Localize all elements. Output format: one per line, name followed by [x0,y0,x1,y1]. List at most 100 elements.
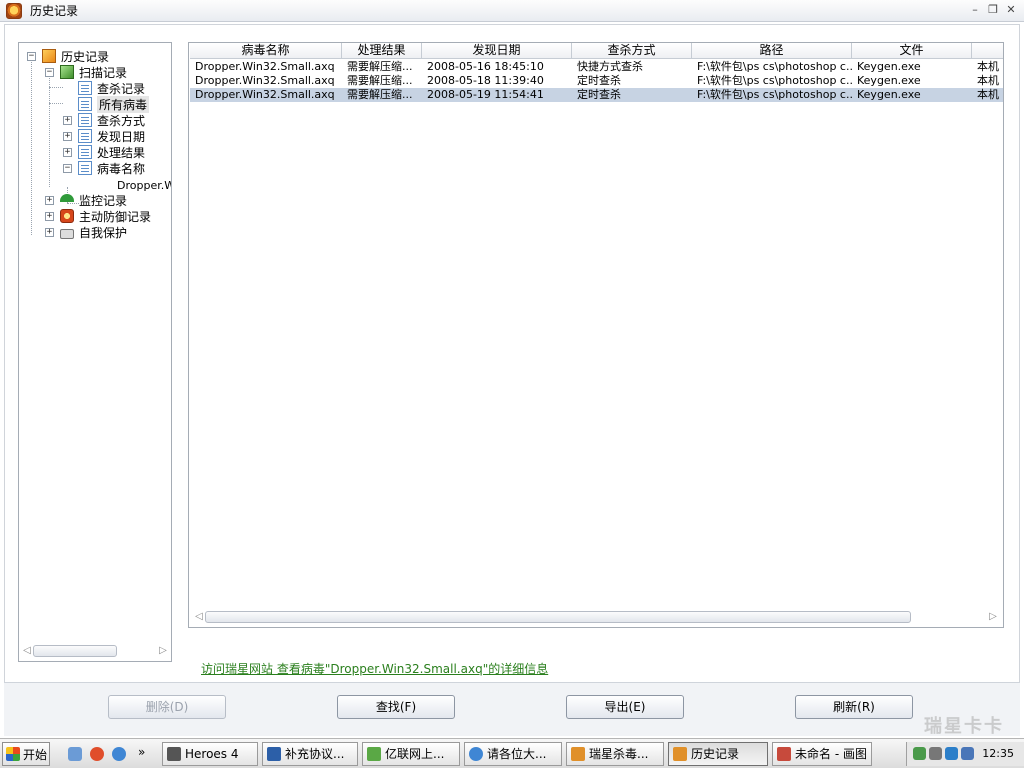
scrollbar-thumb[interactable] [33,645,117,657]
expand-icon[interactable]: + [63,131,72,141]
minimize-icon[interactable]: – [968,3,982,17]
cell-file: Keygen.exe [857,60,921,73]
cell-file: Keygen.exe [857,88,921,101]
tree-item-scan[interactable]: − 扫描记录 [45,64,127,80]
scroll-left-icon[interactable]: ◁ [21,645,33,657]
cell-result: 需要解压缩... [347,88,413,101]
column-header-kill-method[interactable]: 查杀方式 [572,43,692,59]
grid-header: 病毒名称 处理结果 发现日期 查杀方式 路径 文件 [190,43,1003,59]
network-icon [367,747,381,761]
cell-found-date: 2008-05-16 18:45:10 [427,60,544,73]
task-heroes[interactable]: Heroes 4 [162,742,258,766]
virus-records-grid: 病毒名称 处理结果 发现日期 查杀方式 路径 文件 Dropper.Win32.… [188,42,1004,628]
cell-location: 本机 [977,88,999,101]
task-rising-antivirus[interactable]: 瑞星杀毒... [566,742,664,766]
document-icon [78,145,92,159]
cell-location: 本机 [977,74,999,87]
tree-item-active-defense[interactable]: + 主动防御记录 [45,208,151,224]
tree-item-found-date[interactable]: + 发现日期 [63,128,145,144]
balloon-icon[interactable] [90,747,104,761]
tree-item-label: 病毒名称 [97,161,146,176]
tree-item-label: 历史记录 [61,49,110,64]
more-icon[interactable]: » [138,745,145,759]
tree-item-label: 自我保护 [79,225,128,240]
document-icon [78,129,92,143]
task-supplement[interactable]: 补充协议... [262,742,358,766]
task-label: 未命名 - 画图 [795,747,867,761]
shield-icon [167,747,181,761]
find-button[interactable]: 查找(F) [337,695,455,719]
tree-item-result[interactable]: + 处理结果 [63,144,145,160]
browser-icon[interactable] [112,747,126,761]
scroll-right-icon[interactable]: ▷ [987,611,999,623]
tree-item-scan-records[interactable]: 查杀记录 [63,80,145,96]
expand-icon[interactable]: + [45,195,54,205]
tree-item-monitor[interactable]: + 监控记录 [45,192,127,208]
cell-kill-method: 定时查杀 [577,88,621,101]
virus-info-link[interactable]: 访问瑞星网站 查看病毒"Dropper.Win32.Small.axq"的详细信… [201,660,548,677]
scroll-right-icon[interactable]: ▷ [157,645,169,657]
system-tray: 12:35 [906,742,1024,766]
task-label: 历史记录 [691,747,740,761]
tray-globe-icon[interactable] [945,747,958,760]
desktop-icon[interactable] [68,747,82,761]
restore-icon[interactable]: ❐ [986,3,1000,17]
refresh-button[interactable]: 刷新(R) [795,695,913,719]
document-icon [78,81,92,95]
task-label: 亿联网上... [385,747,445,761]
tree-item-label: 发现日期 [97,129,146,144]
tray-volume-icon[interactable] [929,747,942,760]
collapse-icon[interactable]: − [27,51,36,61]
column-header-file[interactable]: 文件 [852,43,972,59]
shield-icon [60,209,74,223]
tray-ime-icon[interactable] [961,747,974,760]
tree-item-virus-name[interactable]: − 病毒名称 [63,160,145,176]
task-history[interactable]: 历史记录 [668,742,768,766]
tree-horizontal-scrollbar[interactable]: ◁ ▷ [21,643,169,659]
grid-horizontal-scrollbar[interactable]: ◁ ▷ [193,609,999,625]
column-header-path[interactable]: 路径 [692,43,852,59]
table-row[interactable]: Dropper.Win32.Small.axq 需要解压缩... 2008-05… [190,60,1003,74]
close-icon[interactable]: ✕ [1004,3,1018,17]
task-forum[interactable]: 请各位大... [464,742,562,766]
rising-icon [673,747,687,761]
tree-item-all-viruses[interactable]: 所有病毒 [63,95,150,113]
watermark: 瑞星卡卡 [924,716,1004,737]
table-row-selected[interactable]: Dropper.Win32.Small.axq 需要解压缩... 2008-05… [190,88,1003,102]
export-button[interactable]: 导出(E) [566,695,684,719]
cell-kill-method: 快捷方式查杀 [577,60,643,73]
tree-item-root[interactable]: − 历史记录 [27,48,109,64]
umbrella-icon [60,194,74,202]
task-paint[interactable]: 未命名 - 画图 [772,742,872,766]
document-icon [78,113,92,127]
scrollbar-thumb[interactable] [205,611,911,623]
start-button[interactable]: 开始 [2,742,50,766]
column-header-virus-name[interactable]: 病毒名称 [190,43,342,59]
windows-logo-icon [6,747,20,761]
cell-virus-name: Dropper.Win32.Small.axq [195,88,335,101]
tray-network-icon[interactable] [913,747,926,760]
task-label: Heroes 4 [185,747,239,761]
expand-icon[interactable]: + [63,115,72,125]
task-yilian[interactable]: 亿联网上... [362,742,460,766]
expand-icon[interactable]: + [63,147,72,157]
expand-icon[interactable]: + [45,227,54,237]
collapse-icon[interactable]: − [45,67,54,77]
window-controls: – ❐ ✕ [968,3,1018,17]
collapse-icon[interactable]: − [63,163,72,173]
column-header-result[interactable]: 处理结果 [342,43,422,59]
cell-file: Keygen.exe [857,74,921,87]
scroll-left-icon[interactable]: ◁ [193,611,205,623]
column-header-found-date[interactable]: 发现日期 [422,43,572,59]
document-icon [78,97,92,111]
tree-item-kill-method[interactable]: + 查杀方式 [63,112,145,128]
taskbar: 开始 » Heroes 4 补充协议... 亿联网上... 请各位大... 瑞星… [0,738,1024,768]
document-icon [78,161,92,175]
scan-icon [60,65,74,79]
table-row[interactable]: Dropper.Win32.Small.axq 需要解压缩... 2008-05… [190,74,1003,88]
expand-icon[interactable]: + [45,211,54,221]
column-header-extra[interactable] [972,43,1003,59]
delete-button[interactable]: 删除(D) [108,695,226,719]
tree-item-self-protect[interactable]: + 自我保护 [45,224,127,240]
cell-found-date: 2008-05-18 11:39:40 [427,74,544,87]
